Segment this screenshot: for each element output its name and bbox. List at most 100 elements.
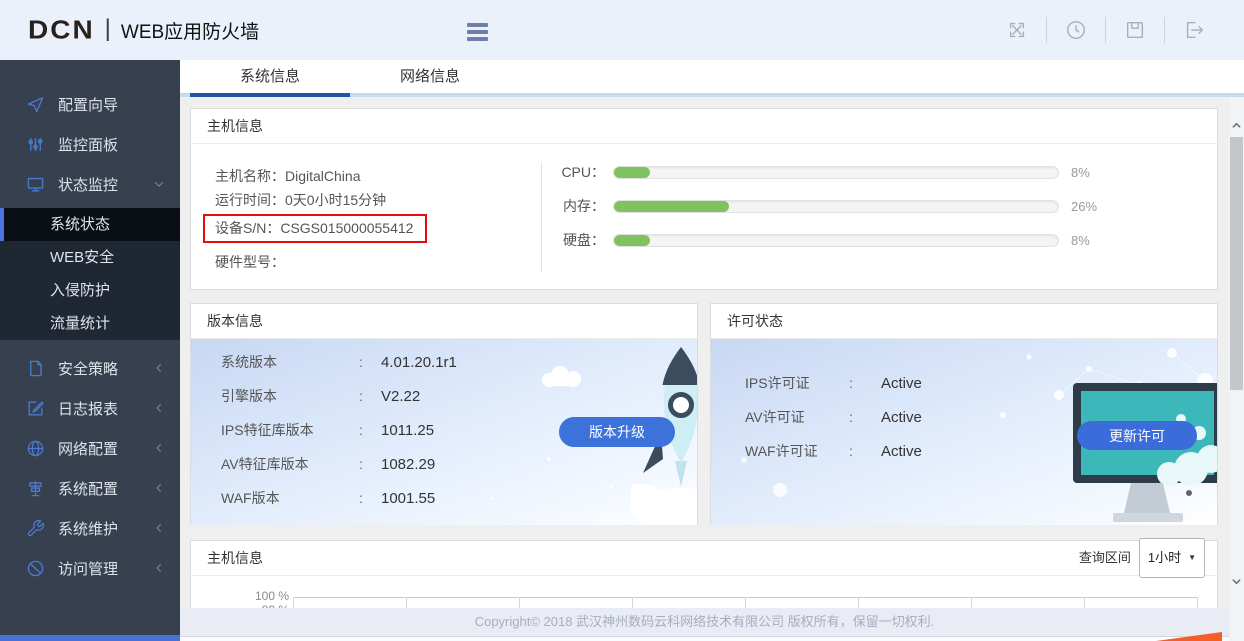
memory-label: 内存： [553, 196, 605, 216]
query-interval-label: 查询区间 [1079, 541, 1131, 575]
header-actions [1006, 0, 1205, 60]
chevron-left-icon [153, 522, 165, 534]
dcn-logo: DCN [28, 15, 95, 44]
ips-signature-version-row: IPS特征库版本:1011.25 [221, 420, 434, 440]
ips-license-status: Active [881, 375, 922, 392]
sidebar-item-label: 访问管理 [58, 558, 118, 579]
renew-license-button[interactable]: 更新许可 [1077, 421, 1197, 450]
chevron-left-icon [153, 362, 165, 374]
logo-separator: | [105, 15, 111, 43]
menu-toggle-icon[interactable] [467, 23, 488, 44]
cpu-meter-fill [614, 167, 650, 178]
cpu-meter-row: CPU： 8% [553, 164, 1090, 180]
serial-number-value: CSGS015000055412 [280, 220, 413, 236]
brand: DCN | WEB应用防火墙 [28, 0, 259, 60]
disk-label: 硬盘： [553, 230, 605, 250]
column-divider [541, 162, 542, 272]
copyright-text: Copyright© 2018 武汉神州数码云科网络技术有限公司 版权所有，保留… [475, 614, 935, 629]
av-signature-version-row: AV特征库版本:1082.29 [221, 454, 435, 474]
waf-version-row: WAF版本:1001.55 [221, 488, 435, 508]
y-axis-label-100: 100 % [247, 589, 289, 603]
sidebar-item-config-wizard[interactable]: 配置向导 [0, 84, 180, 124]
disk-meter-row: 硬盘： 8% [553, 232, 1090, 248]
waf-license-status: Active [881, 443, 922, 460]
header-divider [1105, 17, 1106, 43]
memory-meter-row: 内存： 26% [553, 198, 1097, 214]
disk-percent: 8% [1071, 233, 1090, 248]
save-icon[interactable] [1124, 19, 1146, 41]
bottom-strip [180, 637, 1229, 641]
version-upgrade-button[interactable]: 版本升级 [559, 417, 675, 447]
sidebar-item-label: 日志报表 [58, 398, 118, 419]
system-version-row: 系统版本:4.01.20.1r1 [221, 352, 457, 372]
scrollbar-thumb[interactable] [1230, 137, 1243, 390]
status-monitor-submenu: 系统状态 WEB安全 入侵防护 流量统计 [0, 208, 180, 340]
sidebar-item-label: 网络配置 [58, 438, 118, 459]
sidebar-item-intrusion-prevention[interactable]: 入侵防护 [0, 274, 180, 307]
panel-title: 许可状态 [711, 304, 1217, 339]
sidebar-item-security-policy[interactable]: 安全策略 [0, 348, 180, 388]
sidebar: 配置向导 监控面板 状态监控 系统状态 WEB安全 入侵防护 [0, 60, 180, 635]
sidebar-item-label: 配置向导 [58, 94, 118, 115]
sidebar-item-system-status[interactable]: 系统状态 [0, 208, 180, 241]
cpu-label: CPU： [553, 162, 605, 182]
clock-icon[interactable] [1065, 19, 1087, 41]
footer: Copyright© 2018 武汉神州数码云科网络技术有限公司 版权所有，保留… [180, 608, 1229, 637]
uptime-field: 运行时间：0天0小时15分钟 [215, 190, 386, 210]
scroll-down-icon[interactable] [1229, 573, 1244, 590]
monitor-icon [26, 175, 45, 194]
dropdown-arrow-icon: ▼ [1188, 541, 1196, 575]
chevron-left-icon [153, 442, 165, 454]
wizard-send-icon [26, 95, 45, 114]
wrench-icon [26, 519, 45, 538]
header-divider [1046, 17, 1047, 43]
sidebar-item-traffic-stats[interactable]: 流量统计 [0, 307, 180, 340]
sidebar-item-log-report[interactable]: 日志报表 [0, 388, 180, 428]
sidebar-item-label: 监控面板 [58, 134, 118, 155]
fullscreen-icon[interactable] [1006, 19, 1028, 41]
tab-active-indicator [190, 93, 350, 97]
scroll-up-icon[interactable] [1229, 117, 1244, 134]
panel-title: 主机信息 [207, 550, 263, 566]
interval-dropdown[interactable]: 1小时 ▼ [1139, 538, 1205, 578]
av-license-status: Active [881, 409, 922, 426]
sidebar-item-label: 系统配置 [58, 478, 118, 499]
app-window: DCN | WEB应用防火墙 [0, 0, 1244, 641]
sidebar-item-dashboard[interactable]: 监控面板 [0, 124, 180, 164]
sidebar-item-web-security[interactable]: WEB安全 [0, 241, 180, 274]
license-status-panel: 许可状态 [710, 303, 1218, 525]
cpu-meter-track [613, 166, 1059, 179]
tab-system-info[interactable]: 系统信息 [190, 60, 350, 93]
interval-value: 1小时 [1148, 541, 1181, 575]
disk-meter-track [613, 234, 1059, 247]
serial-number-highlight-box: 设备S/N：CSGS015000055412 [203, 214, 427, 243]
sidebar-item-label: 状态监控 [58, 174, 118, 195]
vertical-scrollbar[interactable] [1229, 97, 1244, 641]
sidebar-item-system-maintenance[interactable]: 系统维护 [0, 508, 180, 548]
host-name-field: 主机名称：DigitalChina [215, 166, 360, 186]
panel-title: 主机信息 [191, 109, 1217, 144]
sidebar-item-label: 安全策略 [58, 358, 118, 379]
engine-version-row: 引擎版本:V2.22 [221, 386, 420, 406]
memory-meter-fill [614, 201, 729, 212]
sidebar-item-network-config[interactable]: 网络配置 [0, 428, 180, 468]
chevron-left-icon [153, 482, 165, 494]
cloud-illustration [536, 365, 588, 387]
tab-bar: 系统信息 网络信息 [180, 60, 1244, 97]
sidebar-item-system-config[interactable]: 系统配置 [0, 468, 180, 508]
sidebar-item-access-management[interactable]: 访问管理 [0, 548, 180, 588]
sidebar-item-status-monitor[interactable]: 状态监控 [0, 164, 180, 204]
hardware-model-field: 硬件型号： [215, 252, 285, 272]
chevron-down-icon [153, 178, 165, 190]
sidebar-item-label: 系统维护 [58, 518, 118, 539]
version-info-panel: 版本信息 系统版本:4.01.20.1r1 [190, 303, 698, 525]
globe-icon [26, 439, 45, 458]
slash-circle-icon [26, 559, 45, 578]
memory-meter-track [613, 200, 1059, 213]
sidebar-bottom-accent [0, 635, 180, 641]
edit-icon [26, 399, 45, 418]
chevron-left-icon [153, 562, 165, 574]
logout-icon[interactable] [1183, 19, 1205, 41]
waf-license-row: WAF许可证:Active [745, 441, 922, 461]
tab-network-info[interactable]: 网络信息 [350, 60, 510, 93]
